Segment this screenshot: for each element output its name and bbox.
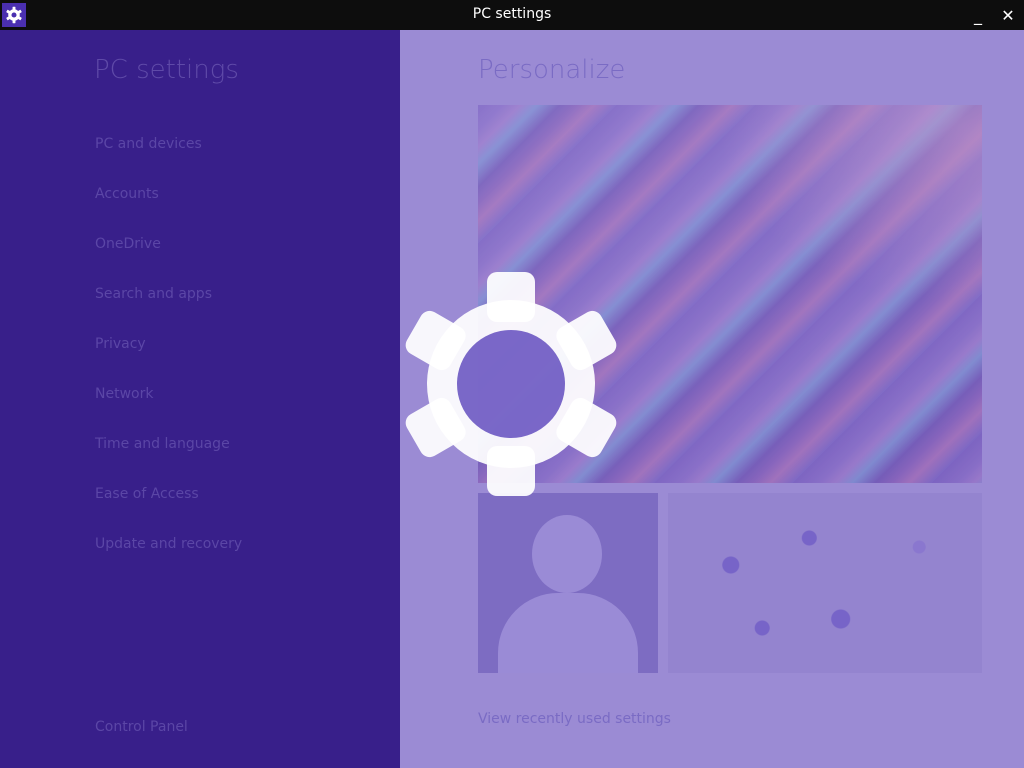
title-bar: PC settings _ ✕ — [0, 0, 1024, 30]
close-button[interactable]: ✕ — [992, 0, 1024, 30]
window-title: PC settings — [472, 6, 552, 22]
minimize-button[interactable]: _ — [962, 0, 994, 30]
person-body-icon — [498, 593, 638, 673]
start-screen-preview[interactable] — [668, 493, 982, 673]
sidebar-item-search-and-apps[interactable]: Search and apps — [95, 286, 212, 302]
sidebar-item-accounts[interactable]: Accounts — [95, 186, 159, 202]
account-picture-tile[interactable] — [478, 493, 658, 673]
gear-icon — [405, 272, 617, 496]
sidebar: PC settings PC and devices Accounts OneD… — [0, 30, 400, 768]
page-title: Personalize — [478, 55, 626, 85]
sidebar-title: PC settings — [94, 55, 239, 85]
view-recent-settings-link[interactable]: View recently used settings — [478, 711, 671, 727]
sidebar-item-onedrive[interactable]: OneDrive — [95, 236, 161, 252]
control-panel-link[interactable]: Control Panel — [95, 719, 188, 735]
sidebar-item-privacy[interactable]: Privacy — [95, 336, 146, 352]
sidebar-item-update-and-recovery[interactable]: Update and recovery — [95, 536, 242, 552]
sidebar-item-ease-of-access[interactable]: Ease of Access — [95, 486, 199, 502]
sidebar-item-network[interactable]: Network — [95, 386, 153, 402]
person-icon — [532, 515, 602, 593]
sidebar-item-pc-and-devices[interactable]: PC and devices — [95, 136, 202, 152]
sidebar-item-time-and-language[interactable]: Time and language — [95, 436, 230, 452]
